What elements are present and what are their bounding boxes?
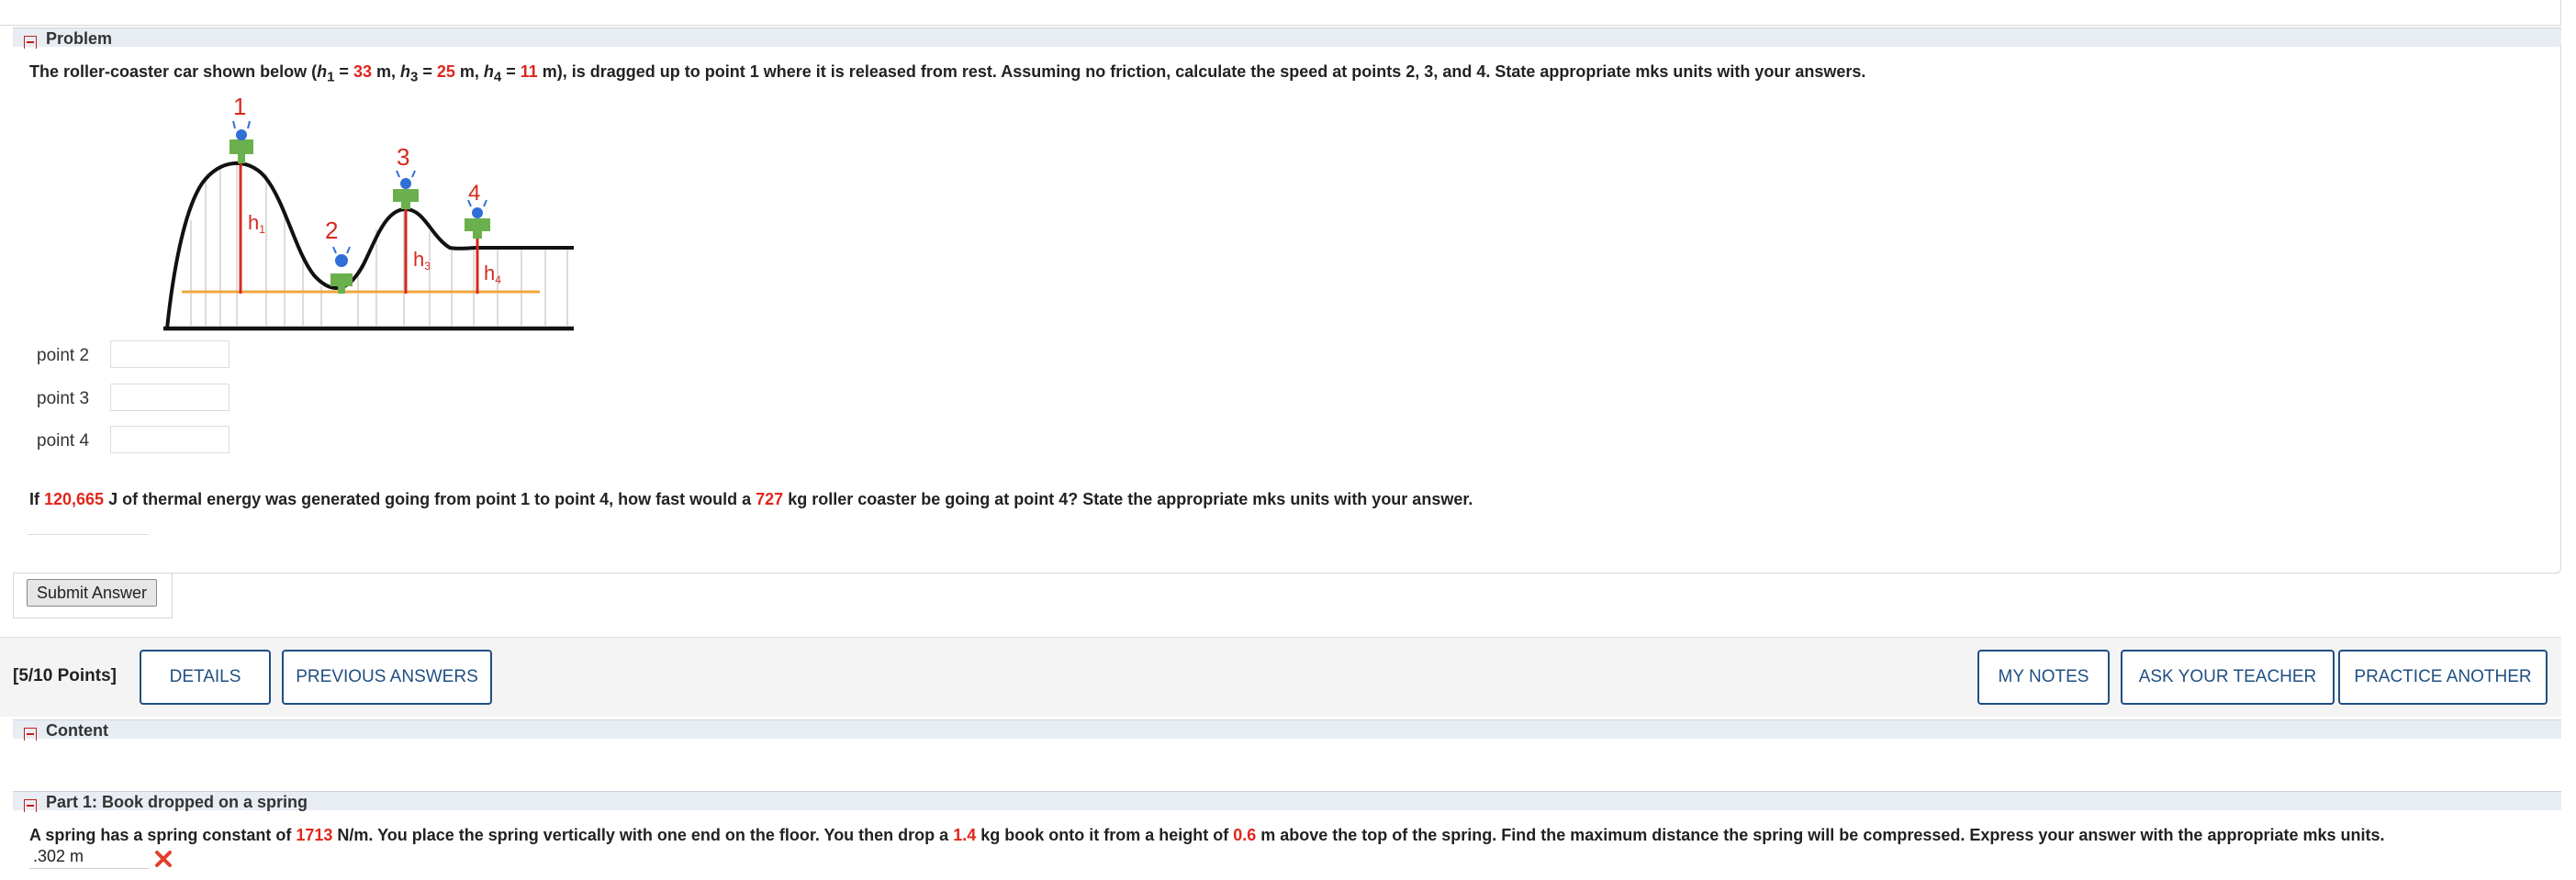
previous-answers-button[interactable]: PREVIOUS ANSWERS	[282, 650, 492, 705]
problem-section-header: Problem	[13, 28, 2561, 49]
content-section-header: Content	[13, 719, 2561, 741]
part1-title: Part 1: Book dropped on a spring	[46, 793, 308, 811]
section-top-border	[0, 0, 2561, 26]
content-title: Content	[46, 721, 108, 740]
submit-answer-button[interactable]: Submit Answer	[27, 579, 157, 607]
my-notes-button[interactable]: MY NOTES	[1977, 650, 2110, 705]
collapse-icon[interactable]	[24, 728, 37, 741]
collapse-icon[interactable]	[24, 799, 37, 812]
part1-answer-input[interactable]: .302 m	[29, 847, 149, 869]
practice-another-button[interactable]: PRACTICE ANOTHER	[2338, 650, 2548, 705]
problem-panel-border	[13, 46, 2561, 574]
part1-section-header: Part 1: Book dropped on a spring	[13, 791, 2561, 812]
points-label: [5/10 Points]	[13, 666, 117, 685]
details-button[interactable]: DETAILS	[140, 650, 271, 705]
incorrect-x-icon	[155, 851, 172, 867]
part1-question-text: A spring has a spring constant of 1713 N…	[29, 826, 2385, 844]
ask-your-teacher-button[interactable]: ASK YOUR TEACHER	[2121, 650, 2335, 705]
